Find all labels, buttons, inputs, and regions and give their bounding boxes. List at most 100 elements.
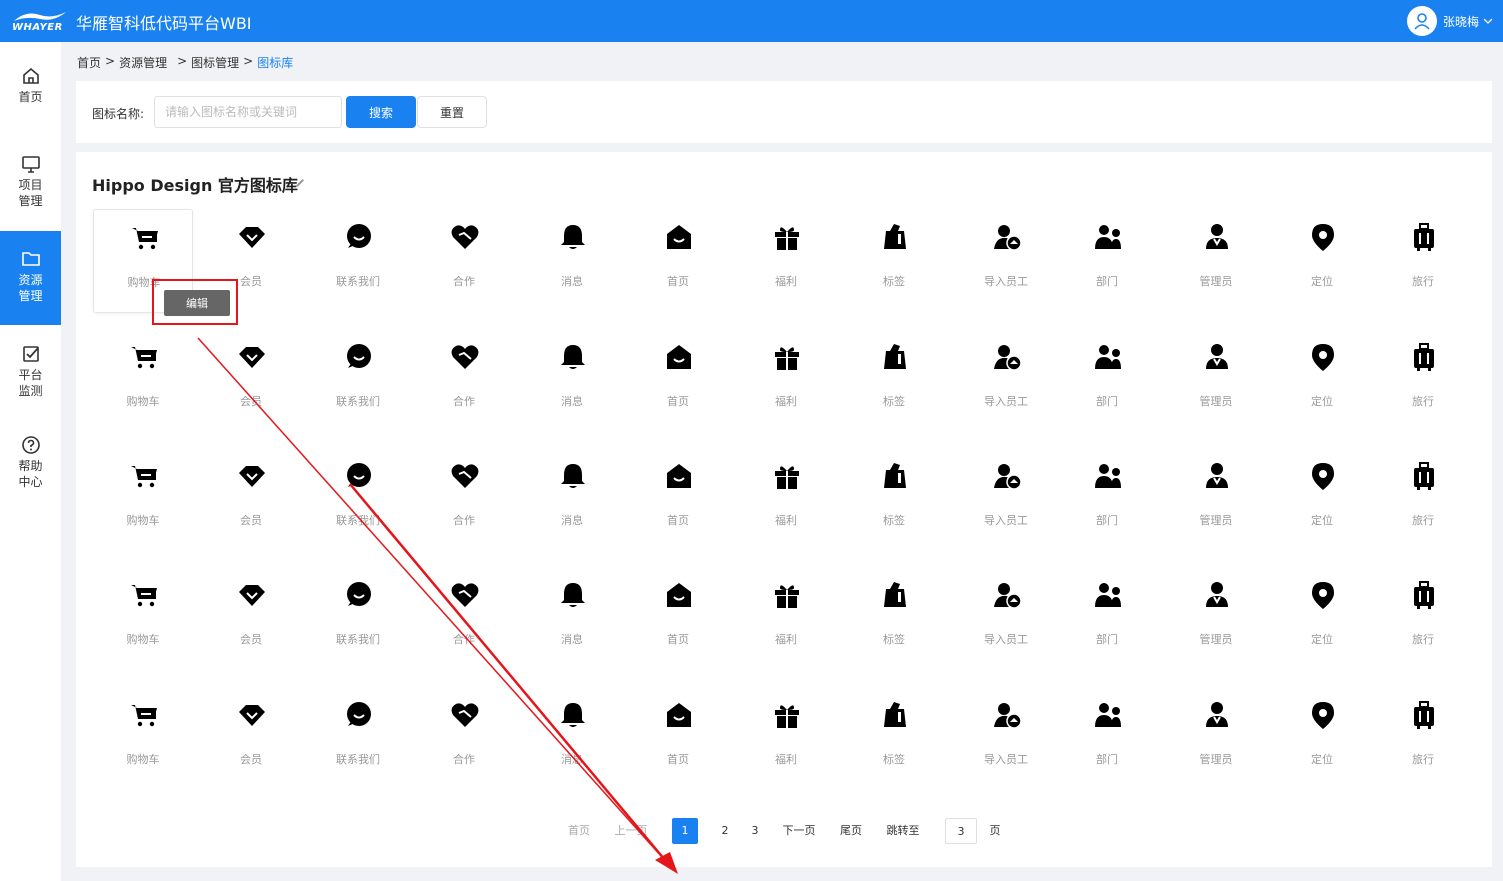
icon-card[interactable]: 合作 (414, 687, 514, 791)
icon-card[interactable]: 合作 (414, 567, 514, 671)
icon-card[interactable]: 消息 (522, 687, 622, 791)
avatar[interactable] (1406, 6, 1437, 36)
search-button[interactable]: 搜索 (346, 96, 416, 128)
bell-icon (561, 345, 585, 369)
icon-card[interactable]: 购物车 (93, 329, 193, 433)
page-prev[interactable]: 上一页 (612, 818, 650, 844)
icon-card[interactable]: 消息 (522, 329, 622, 433)
icon-card[interactable]: 购物车 (93, 567, 193, 671)
icon-label: 部门 (1096, 633, 1118, 646)
page-last[interactable]: 尾页 (838, 818, 864, 844)
icon-card[interactable]: 会员 (201, 687, 301, 791)
breadcrumb-icon-management[interactable]: 图标管理 (191, 54, 239, 71)
icon-card[interactable]: 定位 (1272, 209, 1372, 313)
icon-card[interactable]: 定位 (1272, 567, 1372, 671)
icon-card[interactable]: 联系我们 (308, 687, 408, 791)
sidebar-item-projects[interactable]: 项目管理 (0, 154, 61, 224)
icon-card[interactable]: 导入员工 (956, 567, 1056, 671)
icon-card[interactable]: 旅行 (1373, 209, 1473, 313)
icon-label: 联系我们 (336, 633, 380, 646)
icon-card[interactable]: 消息 (522, 209, 622, 313)
page-next[interactable]: 下一页 (780, 818, 818, 844)
icon-card[interactable]: 导入员工 (956, 687, 1056, 791)
icon-card[interactable]: 管理员 (1166, 687, 1266, 791)
icon-card[interactable]: 会员 (201, 448, 301, 552)
icon-card[interactable]: 首页 (628, 567, 728, 671)
icon-card[interactable]: 会员 (201, 567, 301, 671)
icon-card[interactable]: 合作 (414, 329, 514, 433)
icon-card[interactable]: 首页 (628, 448, 728, 552)
icon-card[interactable]: 部门 (1057, 329, 1157, 433)
icon-card[interactable]: 首页 (628, 687, 728, 791)
reset-button[interactable]: 重置 (417, 96, 487, 128)
icon-card[interactable]: 导入员工 (956, 209, 1056, 313)
user-menu[interactable]: 张晓梅 (1406, 6, 1493, 36)
icon-card[interactable]: 首页 (628, 209, 728, 313)
page-first[interactable]: 首页 (566, 818, 592, 844)
edit-popup-button[interactable]: 编辑 (164, 290, 230, 316)
icon-card[interactable]: 消息 (522, 448, 622, 552)
page-3[interactable]: 3 (748, 818, 762, 844)
icon-card[interactable]: 会员 (201, 329, 301, 433)
sidebar-item-monitoring[interactable]: 平台监测 (0, 344, 61, 414)
location-icon (1312, 463, 1334, 490)
icon-card[interactable]: 联系我们 (308, 567, 408, 671)
icon-card[interactable]: 福利 (736, 567, 836, 671)
icon-card[interactable]: 合作 (414, 209, 514, 313)
icon-card[interactable]: 旅行 (1373, 567, 1473, 671)
icon-card[interactable]: 旅行 (1373, 687, 1473, 791)
icon-card[interactable]: 购物车 (93, 448, 193, 552)
page-1[interactable]: 1 (672, 818, 698, 844)
icon-card[interactable]: 联系我们 (308, 448, 408, 552)
icon-card[interactable]: 管理员 (1166, 329, 1266, 433)
icon-card[interactable]: 福利 (736, 448, 836, 552)
pencil-icon[interactable] (294, 177, 306, 189)
sidebar: 首页 项目管理 资源管理 平台监测 帮助中心 (0, 42, 61, 881)
icon-card[interactable]: 导入员工 (956, 329, 1056, 433)
icon-card[interactable]: 标签 (844, 687, 944, 791)
icon-card[interactable]: 首页 (628, 329, 728, 433)
icon-card[interactable]: 购物车 (93, 687, 193, 791)
breadcrumb-resources[interactable]: 资源管理 (119, 54, 167, 71)
search-input[interactable] (154, 96, 342, 128)
icon-card[interactable]: 定位 (1272, 448, 1372, 552)
icon-card[interactable]: 标签 (844, 329, 944, 433)
sidebar-item-home[interactable]: 首页 (0, 66, 61, 126)
icon-card[interactable]: 旅行 (1373, 329, 1473, 433)
icon-card[interactable]: 福利 (736, 209, 836, 313)
icon-card[interactable]: 标签 (844, 567, 944, 671)
icon-card[interactable]: 旅行 (1373, 448, 1473, 552)
icon-card[interactable]: 管理员 (1166, 567, 1266, 671)
icon-card[interactable]: 定位 (1272, 687, 1372, 791)
page-2[interactable]: 2 (718, 818, 732, 844)
icon-card[interactable]: 消息 (522, 567, 622, 671)
gift-icon (775, 705, 799, 728)
icon-label: 旅行 (1412, 275, 1434, 288)
icon-card[interactable]: 导入员工 (956, 448, 1056, 552)
icon-card[interactable]: 定位 (1272, 329, 1372, 433)
chevron-down-icon[interactable] (1483, 16, 1493, 26)
icon-card[interactable]: 标签 (844, 209, 944, 313)
icon-card[interactable]: 管理员 (1166, 209, 1266, 313)
icon-card[interactable]: 部门 (1057, 448, 1157, 552)
user-name[interactable]: 张晓梅 (1443, 13, 1479, 30)
icon-card[interactable]: 福利 (736, 329, 836, 433)
breadcrumb-home[interactable]: 首页 (77, 54, 101, 71)
icon-card[interactable]: 福利 (736, 687, 836, 791)
icon-card[interactable]: 部门 (1057, 209, 1157, 313)
icon-label: 标签 (883, 633, 905, 646)
sidebar-item-resources[interactable]: 资源管理 (0, 231, 61, 325)
icon-card[interactable]: 部门 (1057, 687, 1157, 791)
icon-card[interactable]: 联系我们 (308, 329, 408, 433)
icon-card[interactable]: 联系我们 (308, 209, 408, 313)
sidebar-item-help[interactable]: 帮助中心 (0, 435, 61, 505)
chat-icon (347, 582, 371, 606)
icon-card[interactable]: 管理员 (1166, 448, 1266, 552)
icon-label: 管理员 (1199, 753, 1233, 766)
whayer-logo[interactable]: WHAYER (12, 10, 68, 33)
chat-icon (347, 224, 371, 248)
icon-card[interactable]: 标签 (844, 448, 944, 552)
jump-page-input[interactable] (945, 818, 977, 844)
icon-card[interactable]: 合作 (414, 448, 514, 552)
icon-card[interactable]: 部门 (1057, 567, 1157, 671)
